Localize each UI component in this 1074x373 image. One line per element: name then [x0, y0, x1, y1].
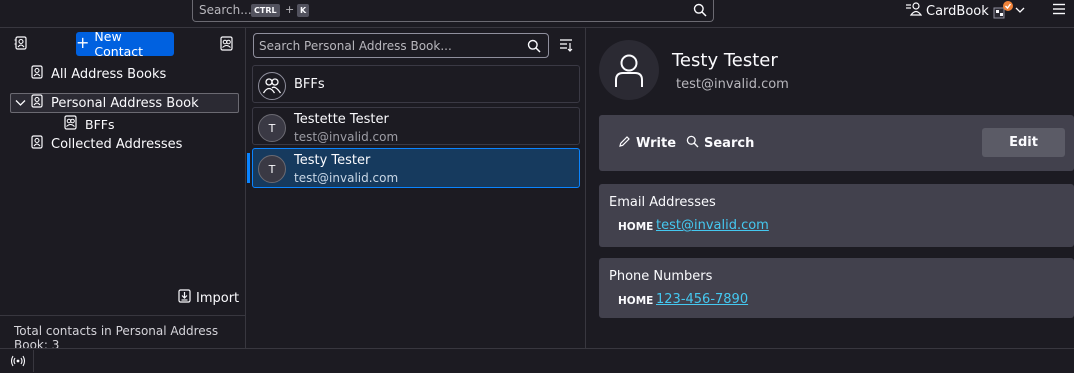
list-item-email: test@invalid.com: [294, 130, 399, 144]
address-book-icon: [905, 2, 923, 20]
pencil-icon: [618, 135, 631, 152]
list-item-name: Testy Tester: [294, 153, 371, 168]
search-label: Search: [704, 136, 755, 151]
address-book-icon: [30, 65, 44, 83]
new-list-icon[interactable]: [219, 36, 234, 55]
plus-icon: +: [76, 33, 90, 52]
addon-menu-button[interactable]: [992, 0, 1028, 22]
list-item-testette-tester[interactable]: T Testette Tester test@invalid.com: [252, 107, 580, 145]
new-contact-label: New Contact: [94, 29, 144, 59]
new-contact-button[interactable]: + New Contact: [76, 29, 174, 59]
shortcut-plus: +: [285, 3, 295, 16]
new-address-book-icon[interactable]: [14, 36, 28, 54]
phone-link[interactable]: 123-456-7890: [656, 292, 748, 307]
tree-item-personal-address-book[interactable]: Personal Address Book: [10, 93, 239, 113]
phone-type-label: HOME: [618, 295, 654, 307]
import-button[interactable]: Import: [178, 289, 239, 307]
tree-item-all-address-books[interactable]: All Address Books: [30, 64, 166, 84]
mailing-list-icon: [63, 115, 78, 133]
address-book-icon: [30, 94, 44, 112]
divider: [33, 350, 34, 372]
tree-item-label: All Address Books: [51, 66, 167, 82]
search-icon[interactable]: [527, 39, 541, 57]
email-type-label: HOME: [618, 221, 654, 233]
phone-numbers-section: Phone Numbers HOME 123-456-7890: [599, 258, 1074, 318]
import-icon: [178, 289, 191, 307]
email-link[interactable]: test@invalid.com: [656, 218, 769, 233]
cardbook-label: CardBook: [926, 3, 989, 19]
divider: [0, 315, 246, 316]
list-item-name: Testette Tester: [294, 112, 389, 127]
email-addresses-section: Email Addresses HOME test@invalid.com: [599, 184, 1074, 247]
contact-action-bar: Write Search Edit: [599, 115, 1074, 171]
status-bar: [0, 348, 1074, 373]
tree-item-label: Collected Addresses: [51, 136, 183, 152]
online-status-icon[interactable]: [10, 354, 26, 372]
top-bar: Search... CTRL + K CardBook: [0, 0, 1074, 28]
contact-avatar: T: [258, 114, 286, 142]
import-label: Import: [196, 290, 240, 306]
address-books-pane: + New Contact All Address Books Personal…: [0, 28, 246, 352]
list-item-name: BFFs: [294, 77, 325, 92]
edit-button[interactable]: Edit: [982, 128, 1065, 157]
tree-item-label: BFFs: [85, 116, 115, 132]
shortcut-ctrl-key: CTRL: [251, 4, 280, 17]
sort-options-icon[interactable]: [559, 38, 573, 56]
contacts-list-pane: Search Personal Address Book... BFFs T T…: [247, 28, 586, 348]
write-label: Write: [636, 136, 677, 151]
global-search-input[interactable]: Search... CTRL + K: [192, 0, 714, 22]
contact-details-pane: Testy Tester test@invalid.com Write Sear…: [587, 28, 1074, 348]
write-button[interactable]: Write: [618, 135, 676, 152]
selection-indicator: [247, 153, 250, 183]
chevron-down-icon[interactable]: [15, 96, 26, 111]
contact-photo: [599, 40, 659, 100]
contacts-search-placeholder: Search Personal Address Book...: [259, 39, 452, 53]
tree-item-label: Personal Address Book: [51, 95, 199, 111]
list-item-bffs[interactable]: BFFs: [252, 65, 580, 103]
address-book-icon: [30, 135, 44, 153]
contact-primary-email: test@invalid.com: [676, 77, 789, 92]
shortcut-k-key: K: [297, 4, 310, 17]
contact-name: Testy Tester: [672, 50, 778, 71]
section-title: Email Addresses: [609, 195, 716, 210]
list-item-email: test@invalid.com: [294, 171, 399, 185]
contact-avatar: T: [258, 155, 286, 183]
section-title: Phone Numbers: [609, 269, 713, 284]
search-icon: [686, 135, 699, 152]
global-search-placeholder: Search...: [199, 3, 252, 17]
mailing-list-avatar: [258, 72, 286, 100]
tree-item-collected-addresses[interactable]: Collected Addresses: [30, 134, 182, 154]
tree-item-bffs[interactable]: BFFs: [63, 114, 114, 134]
search-messages-button[interactable]: Search: [686, 135, 754, 152]
cardbook-button[interactable]: CardBook: [905, 2, 989, 20]
contacts-search-input[interactable]: Search Personal Address Book...: [253, 33, 549, 58]
app-menu-icon[interactable]: [1052, 3, 1066, 19]
search-icon[interactable]: [693, 3, 707, 21]
list-item-testy-tester[interactable]: T Testy Tester test@invalid.com: [252, 148, 580, 188]
